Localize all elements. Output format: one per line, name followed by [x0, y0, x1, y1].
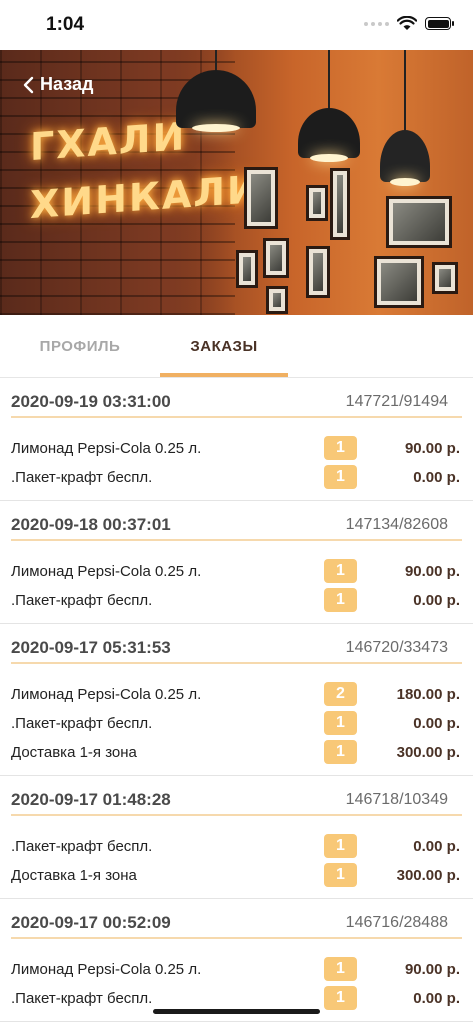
status-time: 1:04: [46, 14, 85, 35]
order-items: Лимонад Pepsi-Cola 0.25 л. 2 180.00 р. .Пак…: [0, 664, 473, 767]
item-name: .Пакет-крафт беспл.: [11, 838, 153, 855]
quantity-badge: 1: [324, 957, 357, 981]
quantity-badge: 1: [324, 711, 357, 735]
tab-profile[interactable]: ПРОФИЛЬ: [0, 315, 160, 377]
order-item-row: Доставка 1-я зона 1 300.00 р.: [11, 738, 462, 767]
item-name: Лимонад Pepsi-Cola 0.25 л.: [11, 440, 202, 457]
item-name: .Пакет-крафт беспл.: [11, 715, 153, 732]
order-card[interactable]: 2020-09-17 00:52:09 146716/28488 Лимонад P…: [0, 899, 473, 1022]
order-item-row: .Пакет-крафт беспл. 1 0.00 р.: [11, 586, 462, 615]
order-date: 2020-09-17 05:31:53: [11, 638, 171, 657]
quantity-badge: 1: [324, 740, 357, 764]
order-card[interactable]: 2020-09-17 05:31:53 146720/33473 Лимонад P…: [0, 624, 473, 776]
order-date: 2020-09-17 01:48:28: [11, 790, 171, 809]
order-date: 2020-09-18 00:37:01: [11, 515, 171, 534]
tab-bar: ПРОФИЛЬ ЗАКАЗЫ: [0, 315, 473, 378]
item-price: 300.00 р.: [396, 744, 460, 761]
quantity-badge: 1: [324, 588, 357, 612]
order-date: 2020-09-17 00:52:09: [11, 913, 171, 932]
item-price: 0.00 р.: [413, 592, 460, 609]
item-price: 180.00 р.: [396, 686, 460, 703]
order-number: 146718/10349: [345, 791, 448, 808]
item-name: Лимонад Pepsi-Cola 0.25 л.: [11, 686, 202, 703]
quantity-badge: 1: [324, 436, 357, 460]
item-price: 0.00 р.: [413, 469, 460, 486]
pendant-lamp: [380, 50, 430, 186]
wall-photo-frame: [374, 256, 424, 308]
order-header: 2020-09-18 00:37:01 147134/82608: [11, 501, 462, 541]
item-name: .Пакет-крафт беспл.: [11, 592, 153, 609]
signal-icon: [364, 21, 389, 26]
item-price: 300.00 р.: [396, 867, 460, 884]
order-item-row: .Пакет-крафт беспл. 1 0.00 р.: [11, 709, 462, 738]
status-bar: 1:04: [0, 0, 473, 50]
order-items: .Пакет-крафт беспл. 1 0.00 р. Доставка 1-я …: [0, 816, 473, 890]
order-item-row: .Пакет-крафт беспл. 1 0.00 р.: [11, 463, 462, 492]
item-price: 90.00 р.: [404, 961, 460, 978]
restaurant-banner: ГХАЛИ ХИНКАЛИ Назад: [0, 50, 473, 315]
order-number: 147721/91494: [345, 393, 448, 410]
order-items: Лимонад Pepsi-Cola 0.25 л. 1 90.00 р. .Паке…: [0, 541, 473, 615]
wall-photo-frame: [432, 262, 458, 294]
order-number: 146720/33473: [345, 639, 448, 656]
wall-photo-frame: [386, 196, 452, 248]
item-name: .Пакет-крафт беспл.: [11, 469, 153, 486]
order-number: 147134/82608: [345, 516, 448, 533]
order-header: 2020-09-17 01:48:28 146718/10349: [11, 776, 462, 816]
pendant-lamp: [176, 50, 256, 132]
tab-orders[interactable]: ЗАКАЗЫ: [160, 315, 288, 377]
item-price: 0.00 р.: [413, 838, 460, 855]
item-price: 0.00 р.: [413, 715, 460, 732]
item-name: Доставка 1-я зона: [11, 867, 137, 884]
home-indicator[interactable]: [153, 1009, 320, 1014]
quantity-badge: 2: [324, 682, 357, 706]
item-name: .Пакет-крафт беспл.: [11, 990, 153, 1007]
back-button[interactable]: Назад: [22, 74, 93, 95]
order-item-row: Лимонад Pepsi-Cola 0.25 л. 2 180.00 р.: [11, 680, 462, 709]
order-date: 2020-09-19 03:31:00: [11, 392, 171, 411]
item-price: 0.00 р.: [413, 990, 460, 1007]
wall-photo-frame: [306, 246, 330, 298]
order-card[interactable]: 2020-09-18 00:37:01 147134/82608 Лимонад P…: [0, 501, 473, 624]
wifi-icon: [397, 16, 417, 30]
order-header: 2020-09-19 03:31:00 147721/91494: [11, 378, 462, 418]
order-item-row: Доставка 1-я зона 1 300.00 р.: [11, 861, 462, 890]
wall-photo-frame: [244, 167, 278, 229]
item-name: Доставка 1-я зона: [11, 744, 137, 761]
quantity-badge: 1: [324, 559, 357, 583]
quantity-badge: 1: [324, 986, 357, 1010]
back-label: Назад: [40, 74, 94, 94]
chevron-left-icon: [23, 76, 34, 93]
order-item-row: Лимонад Pepsi-Cola 0.25 л. 1 90.00 р.: [11, 955, 462, 984]
order-item-row: Лимонад Pepsi-Cola 0.25 л. 1 90.00 р.: [11, 434, 462, 463]
order-items: Лимонад Pepsi-Cola 0.25 л. 1 90.00 р. .Паке…: [0, 939, 473, 1013]
item-name: Лимонад Pepsi-Cola 0.25 л.: [11, 961, 202, 978]
order-header: 2020-09-17 00:52:09 146716/28488: [11, 899, 462, 939]
order-item-row: .Пакет-крафт беспл. 1 0.00 р.: [11, 832, 462, 861]
order-card[interactable]: 2020-09-19 03:31:00 147721/91494 Лимонад P…: [0, 378, 473, 501]
order-item-row: Лимонад Pepsi-Cola 0.25 л. 1 90.00 р.: [11, 557, 462, 586]
item-price: 90.00 р.: [404, 440, 460, 457]
item-name: Лимонад Pepsi-Cola 0.25 л.: [11, 563, 202, 580]
wall-photo-frame: [330, 168, 350, 240]
quantity-badge: 1: [324, 465, 357, 489]
wall-photo-frame: [236, 250, 258, 288]
quantity-badge: 1: [324, 863, 357, 887]
wall-photo-frame: [266, 286, 288, 314]
pendant-lamp: [298, 50, 360, 162]
order-items: Лимонад Pepsi-Cola 0.25 л. 1 90.00 р. .Паке…: [0, 418, 473, 492]
wall-photo-frame: [306, 185, 328, 221]
status-icons: [364, 16, 454, 31]
item-price: 90.00 р.: [404, 563, 460, 580]
quantity-badge: 1: [324, 834, 357, 858]
wall-photo-frame: [263, 238, 289, 278]
active-tab-indicator: [160, 373, 288, 377]
order-card[interactable]: 2020-09-17 01:48:28 146718/10349 .Пакет-кр…: [0, 776, 473, 899]
order-header: 2020-09-17 05:31:53 146720/33473: [11, 624, 462, 664]
order-number: 146716/28488: [345, 914, 448, 931]
orders-list: 2020-09-19 03:31:00 147721/91494 Лимонад P…: [0, 378, 473, 1022]
battery-icon: [425, 17, 454, 30]
